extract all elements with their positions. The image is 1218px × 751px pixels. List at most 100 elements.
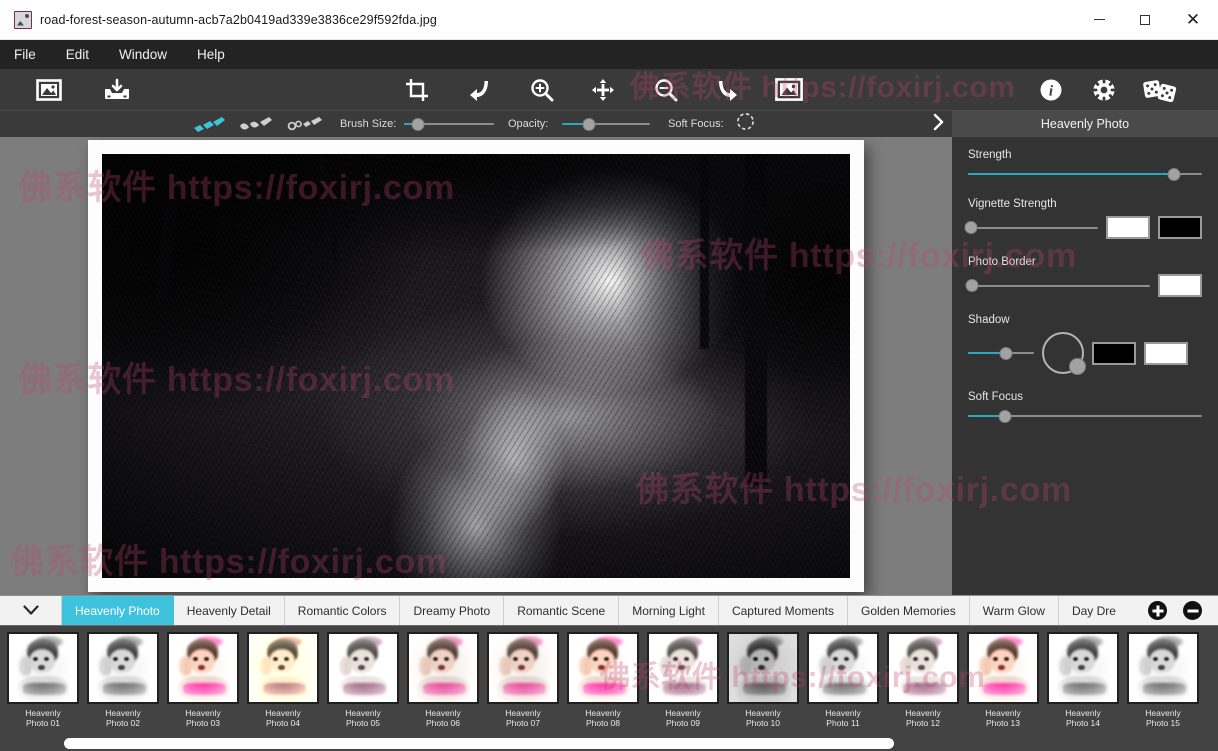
shadow-label: Shadow (968, 314, 1202, 326)
info-icon[interactable]: i (1039, 69, 1063, 110)
randomize-dice-icon[interactable] (1143, 69, 1177, 110)
photo-border-color-swatch[interactable] (1158, 274, 1202, 297)
window-controls: ✕ (1076, 0, 1218, 39)
minimize-button[interactable] (1076, 0, 1122, 39)
thumb-label-line1: Heavenly (985, 708, 1020, 718)
title-bar: road-forest-season-autumn-acb7a2b0419ad3… (0, 0, 1218, 40)
thumb-label-line2: Photo 06 (426, 718, 460, 728)
tab-romantic-scene[interactable]: Romantic Scene (504, 596, 619, 625)
soft-focus-slider[interactable] (968, 409, 1202, 423)
thumbnail-item[interactable]: HeavenlyPhoto 08 (566, 632, 640, 728)
thumb-label-line2: Photo 07 (506, 718, 540, 728)
thumb-label-line1: Heavenly (25, 708, 60, 718)
menu-item-file[interactable]: File (14, 47, 52, 62)
close-button[interactable]: ✕ (1168, 0, 1218, 39)
redo-icon[interactable] (715, 69, 739, 110)
thumb-label-line2: Photo 09 (666, 718, 700, 728)
thumb-label-line1: Heavenly (425, 708, 460, 718)
tab-day-dream[interactable]: Day Dre (1059, 596, 1120, 625)
tab-warm-glow[interactable]: Warm Glow (970, 596, 1059, 625)
tab-captured-moments[interactable]: Captured Moments (719, 596, 848, 625)
strength-slider[interactable] (968, 167, 1202, 181)
brush-smudge-icon[interactable] (287, 115, 323, 133)
thumb-label-line1: Heavenly (505, 708, 540, 718)
remove-preset-button[interactable] (1183, 601, 1202, 620)
thumb-label-line1: Heavenly (585, 708, 620, 718)
thumbnail-item[interactable]: HeavenlyPhoto 05 (326, 632, 400, 728)
shadow-direction-dial[interactable] (1042, 332, 1084, 374)
thumbnail-item[interactable]: HeavenlyPhoto 13 (966, 632, 1040, 728)
thumbnail-item[interactable]: HeavenlyPhoto 03 (166, 632, 240, 728)
vignette-color-swatch-white[interactable] (1106, 216, 1150, 239)
menu-item-edit[interactable]: Edit (66, 47, 105, 62)
image-canvas[interactable] (0, 137, 952, 595)
thumbnail-item[interactable]: HeavenlyPhoto 07 (486, 632, 560, 728)
thumbnail-item[interactable]: HeavenlyPhoto 04 (246, 632, 320, 728)
tab-heavenly-photo[interactable]: Heavenly Photo (62, 596, 174, 625)
shadow-color-swatch-black[interactable] (1092, 342, 1136, 365)
brush-paint-icon[interactable] (192, 115, 228, 133)
tab-golden-memories[interactable]: Golden Memories (848, 596, 970, 625)
save-image-icon[interactable] (102, 69, 132, 110)
vignette-color-swatch-black[interactable] (1158, 216, 1202, 239)
pan-move-icon[interactable] (591, 69, 615, 110)
thumb-label-line1: Heavenly (665, 708, 700, 718)
thumbnail-item[interactable]: HeavenlyPhoto 09 (646, 632, 720, 728)
preset-action-buttons (1138, 596, 1218, 625)
menu-item-help[interactable]: Help (197, 47, 241, 62)
zoom-out-icon[interactable] (654, 69, 678, 110)
preset-thumbnail-strip[interactable]: HeavenlyPhoto 01 HeavenlyPhoto 02 Heaven… (0, 626, 1218, 736)
undo-icon[interactable] (468, 69, 492, 110)
chevron-down-icon[interactable] (0, 596, 62, 625)
brush-size-slider[interactable] (404, 117, 494, 131)
thumbnail-item[interactable]: HeavenlyPhoto 14 (1046, 632, 1120, 728)
open-image-icon[interactable] (36, 69, 62, 110)
scrollbar-track[interactable] (4, 738, 1214, 749)
thumbnail-item[interactable]: HeavenlyPhoto 01 (6, 632, 80, 728)
dashed-circle-icon[interactable] (736, 112, 755, 136)
photo-editor-window: road-forest-season-autumn-acb7a2b0419ad3… (0, 0, 1218, 751)
zoom-in-icon[interactable] (530, 69, 554, 110)
photo-border-label: Photo Border (968, 256, 1202, 268)
control-vignette-strength: Vignette Strength (968, 198, 1202, 239)
brush-erase-icon[interactable] (238, 115, 274, 133)
thumb-label-line1: Heavenly (345, 708, 380, 718)
thumb-label-line2: Photo 11 (826, 718, 859, 728)
scrollbar-thumb[interactable] (64, 738, 894, 749)
thumb-label-line2: Photo 08 (586, 718, 620, 728)
control-strength: Strength (968, 149, 1202, 181)
tab-romantic-colors[interactable]: Romantic Colors (285, 596, 401, 625)
thumb-label-line2: Photo 02 (106, 718, 140, 728)
thumb-label-line1: Heavenly (745, 708, 780, 718)
menu-item-window[interactable]: Window (119, 47, 183, 62)
tab-dreamy-photo[interactable]: Dreamy Photo (400, 596, 504, 625)
tab-heavenly-detail[interactable]: Heavenly Detail (174, 596, 285, 625)
maximize-button[interactable] (1122, 0, 1168, 39)
thumb-label-line1: Heavenly (905, 708, 940, 718)
chevron-right-icon[interactable] (931, 113, 947, 136)
photo-border-slider[interactable] (968, 279, 1150, 293)
thumbnail-scrollbar[interactable] (0, 736, 1218, 751)
thumbnail-item[interactable]: HeavenlyPhoto 02 (86, 632, 160, 728)
brush-size-label: Brush Size: (340, 118, 396, 130)
thumb-label-line2: Photo 14 (1066, 718, 1100, 728)
shadow-color-swatch-white[interactable] (1144, 342, 1188, 365)
soft-focus-panel-label: Soft Focus (968, 391, 1202, 403)
thumbnail-item[interactable]: HeavenlyPhoto 06 (406, 632, 480, 728)
main-toolbar: i (0, 69, 1218, 110)
crop-icon[interactable] (405, 69, 429, 110)
control-photo-border: Photo Border (968, 256, 1202, 297)
settings-icon[interactable] (1092, 69, 1116, 110)
add-preset-button[interactable] (1148, 601, 1167, 620)
thumbnail-item[interactable]: HeavenlyPhoto 11 (806, 632, 880, 728)
thumbnail-item[interactable]: HeavenlyPhoto 10 (726, 632, 800, 728)
tab-morning-light[interactable]: Morning Light (619, 596, 719, 625)
fit-image-icon[interactable] (775, 69, 803, 110)
thumbnail-item[interactable]: HeavenlyPhoto 15 (1126, 632, 1200, 728)
opacity-slider[interactable] (562, 117, 650, 131)
thumbnail-item[interactable]: HeavenlyPhoto 12 (886, 632, 960, 728)
edited-photo (102, 154, 850, 578)
shadow-slider[interactable] (968, 346, 1034, 360)
opacity-label: Opacity: (508, 118, 548, 130)
vignette-strength-slider[interactable] (968, 221, 1098, 235)
